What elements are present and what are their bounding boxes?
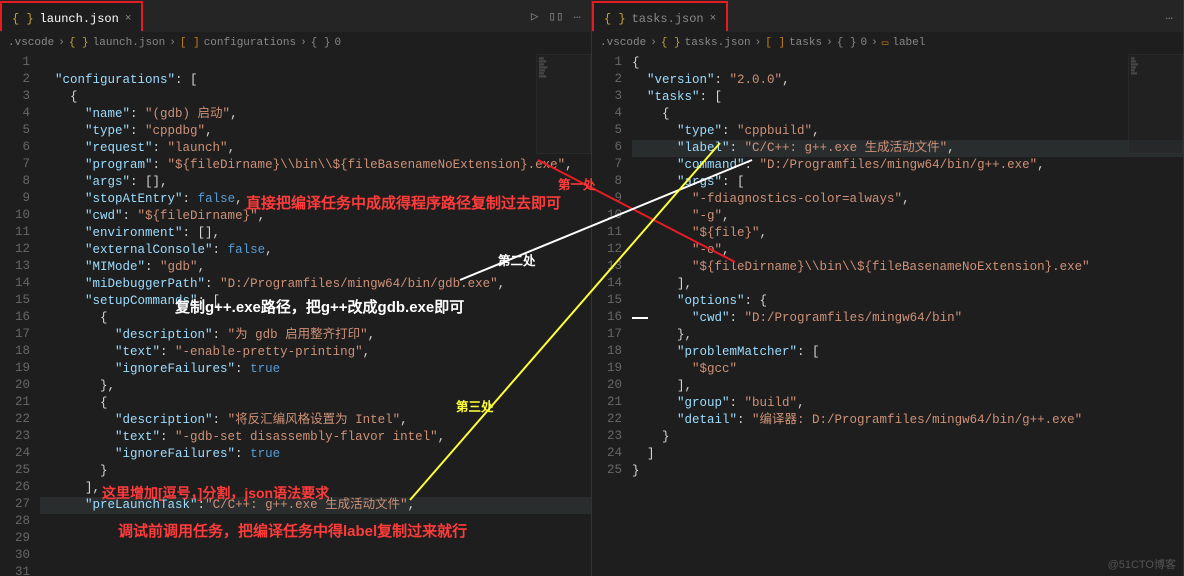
minimap-right[interactable]: █████████████████████████ [1128,54,1183,154]
tab-bar-right: { } tasks.json × … [592,0,1183,32]
json-icon: { } [12,12,34,26]
minimap-left[interactable]: ████████████████████████████████████ [536,54,591,154]
close-icon[interactable]: × [710,13,717,25]
left-editor-pane: { } launch.json × ▷ ▯▯ … .vscode› { }lau… [0,0,592,576]
more-icon[interactable]: … [573,8,581,24]
code-editor-right[interactable]: 1234567891011121314151617181920212223242… [592,54,1183,576]
tab-tasks-json[interactable]: { } tasks.json × [594,3,726,35]
tab-launch-json[interactable]: { } launch.json × [2,3,141,35]
right-editor-pane: { } tasks.json × … .vscode› { }tasks.jso… [592,0,1184,576]
code-editor-left[interactable]: 1234567891011121314151617181920212223242… [0,54,591,576]
run-icon[interactable]: ▷ [531,8,539,24]
tab-label: tasks.json [632,12,704,26]
watermark: @51CTO博客 [1108,556,1176,572]
tab-label: launch.json [40,12,119,26]
json-icon: { } [604,12,626,26]
more-icon[interactable]: … [1165,9,1173,23]
tab-bar-left: { } launch.json × ▷ ▯▯ … [0,0,591,32]
split-icon[interactable]: ▯▯ [548,8,563,24]
breadcrumb-left[interactable]: .vscode› { }launch.json› [ ]configuratio… [0,32,591,54]
close-icon[interactable]: × [125,13,132,25]
breadcrumb-right[interactable]: .vscode› { }tasks.json› [ ]tasks› { }0› … [592,32,1183,54]
